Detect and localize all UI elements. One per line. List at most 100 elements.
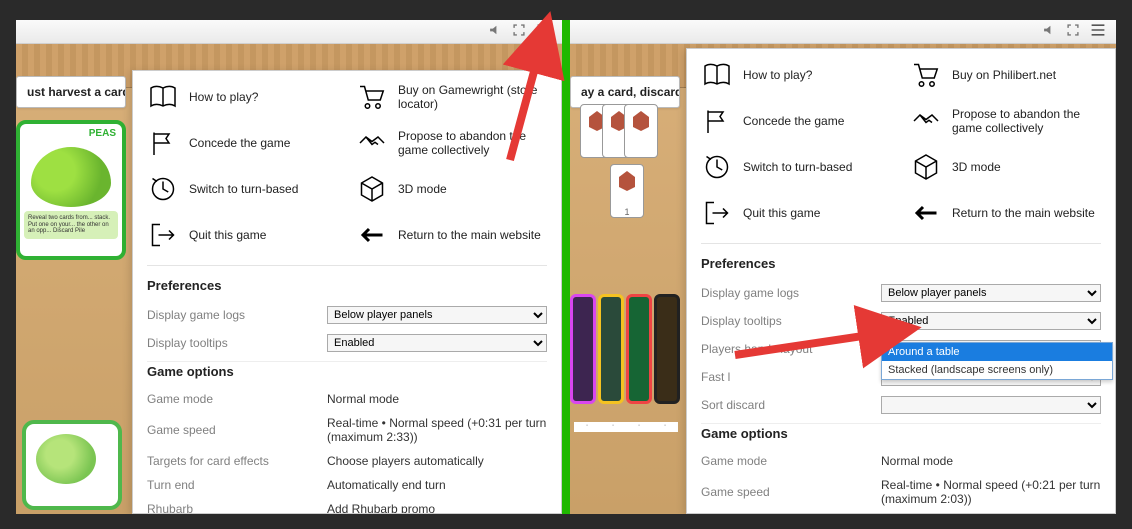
game-prompt: ust harvest a card: [16, 76, 126, 108]
hand-card[interactable]: [598, 294, 624, 404]
menu-item-label: Concede the game: [189, 136, 290, 150]
option-value: Add Rhubarb promo: [327, 502, 547, 514]
pref-row: Display game logsBelow player panels: [147, 301, 547, 329]
pref-select[interactable]: Below player panels: [327, 306, 547, 324]
option-value: Real-time • Normal speed (+0:21 per turn…: [881, 478, 1101, 506]
menu-item-label: Propose to abandon the game collectively: [952, 107, 1101, 136]
option-label: Targets for card effects: [147, 454, 327, 468]
hand-card[interactable]: [654, 294, 680, 404]
cube-icon: [910, 151, 942, 183]
menu-item-label: Return to the main website: [952, 206, 1095, 220]
menu-item-clock[interactable]: Switch to turn-based: [147, 173, 338, 205]
exit-icon: [147, 219, 179, 251]
card-text: Reveal two cards from... stack. Put one …: [24, 211, 118, 239]
flag-icon: [147, 127, 179, 159]
menu-item-handshake[interactable]: Propose to abandon the game collectively: [356, 127, 547, 159]
game-options-heading: Game options: [701, 423, 1101, 449]
menu-item-label: Buy on Philibert.net: [952, 68, 1056, 82]
menu-item-exit[interactable]: Quit this game: [147, 219, 338, 251]
settings-panel: How to play? Buy on Philibert.net Concede …: [686, 48, 1116, 514]
pref-label: Display game logs: [147, 308, 327, 322]
menu-item-cart[interactable]: Buy on Gamewright (store locator): [356, 81, 547, 113]
menu-item-book[interactable]: How to play?: [147, 81, 338, 113]
pref-select[interactable]: Enabled: [881, 312, 1101, 330]
top-toolbar: [16, 20, 562, 44]
preferences-heading: Preferences: [147, 266, 547, 301]
score-row: ····: [574, 422, 678, 432]
game-area: 1 ····: [570, 104, 685, 504]
deck[interactable]: 1: [580, 104, 676, 224]
option-label: Game speed: [147, 423, 327, 437]
volume-icon[interactable]: [1042, 23, 1056, 40]
settings-panel: How to play? Buy on Gamewright (store loc…: [132, 70, 562, 514]
card-slot[interactable]: [22, 420, 122, 510]
pref-row: Display tooltipsEnabled: [701, 307, 1101, 335]
handshake-icon: [910, 105, 942, 137]
pref-label: Sort discard: [701, 398, 881, 412]
option-row: RhubarbAdd Rhubarb promo: [147, 497, 547, 514]
menu-item-label: Concede the game: [743, 114, 844, 128]
clock-icon: [701, 151, 733, 183]
menu-item-cube[interactable]: 3D mode: [356, 173, 547, 205]
back-icon: [910, 197, 942, 229]
menu-item-label: Buy on Gamewright (store locator): [398, 83, 547, 112]
dropdown-option[interactable]: Around a table: [882, 343, 1112, 361]
menu-item-cube[interactable]: 3D mode: [910, 151, 1101, 183]
menu-item-flag[interactable]: Concede the game: [701, 105, 892, 137]
menu-item-back[interactable]: Return to the main website: [910, 197, 1101, 229]
menu-item-label: Quit this game: [743, 206, 820, 220]
menu-item-flag[interactable]: Concede the game: [147, 127, 338, 159]
pref-label: Fast l: [701, 370, 881, 384]
pref-select[interactable]: Enabled: [327, 334, 547, 352]
pref-row: Sort discard: [701, 391, 1101, 419]
fullscreen-icon[interactable]: [512, 23, 526, 40]
menu-item-label: 3D mode: [398, 182, 447, 196]
game-options-heading: Game options: [147, 361, 547, 387]
layout-dropdown-open[interactable]: Around a tableStacked (landscape screens…: [881, 342, 1113, 380]
menu-item-label: Switch to turn-based: [189, 182, 298, 196]
pref-row: Display game logsBelow player panels: [701, 279, 1101, 307]
clock-icon: [147, 173, 179, 205]
pref-select[interactable]: [881, 396, 1101, 414]
option-value: Real-time • Normal speed (+0:31 per turn…: [327, 416, 547, 444]
fullscreen-icon[interactable]: [1066, 23, 1080, 40]
menu-item-label: Return to the main website: [398, 228, 541, 242]
card-title: PEAS: [20, 124, 122, 143]
volume-icon[interactable]: [488, 23, 502, 40]
game-area: PEAS Reveal two cards from... stack. Put…: [16, 120, 131, 514]
option-row: Targets for card effectsChoose players a…: [147, 449, 547, 473]
deck-count: 1: [610, 164, 644, 218]
menu-item-label: Quit this game: [189, 228, 266, 242]
menu-item-label: How to play?: [743, 68, 812, 82]
option-label: Game mode: [701, 454, 881, 468]
menu-item-cart[interactable]: Buy on Philibert.net: [910, 59, 1101, 91]
peas-card[interactable]: PEAS Reveal two cards from... stack. Put…: [16, 120, 126, 260]
menu-item-label: Switch to turn-based: [743, 160, 852, 174]
menu-item-label: How to play?: [189, 90, 258, 104]
option-row: Game speedReal-time • Normal speed (+0:3…: [147, 411, 547, 449]
cart-icon: [356, 81, 388, 113]
option-label: Game mode: [147, 392, 327, 406]
option-value: Automatically end turn: [327, 478, 547, 492]
hand-card[interactable]: [570, 294, 596, 404]
hamburger-menu-icon[interactable]: [536, 23, 552, 40]
option-row: Game modeNormal mode: [701, 449, 1101, 473]
option-row: Game modeNormal mode: [147, 387, 547, 411]
pref-select[interactable]: Below player panels: [881, 284, 1101, 302]
option-label: Game speed: [701, 485, 881, 499]
hand: [570, 294, 680, 414]
hand-card[interactable]: [626, 294, 652, 404]
menu-item-book[interactable]: How to play?: [701, 59, 892, 91]
exit-icon: [701, 197, 733, 229]
menu-item-back[interactable]: Return to the main website: [356, 219, 547, 251]
menu-item-handshake[interactable]: Propose to abandon the game collectively: [910, 105, 1101, 137]
hamburger-menu-icon[interactable]: [1090, 23, 1106, 40]
book-icon: [701, 59, 733, 91]
handshake-icon: [356, 127, 388, 159]
menu-item-exit[interactable]: Quit this game: [701, 197, 892, 229]
dropdown-option[interactable]: Stacked (landscape screens only): [882, 361, 1112, 379]
option-row: Turn endAutomatically end turn: [147, 473, 547, 497]
menu-item-clock[interactable]: Switch to turn-based: [701, 151, 892, 183]
option-row: ColorsTricky: 6th color (10 cards): [701, 511, 1101, 514]
cube-icon: [356, 173, 388, 205]
